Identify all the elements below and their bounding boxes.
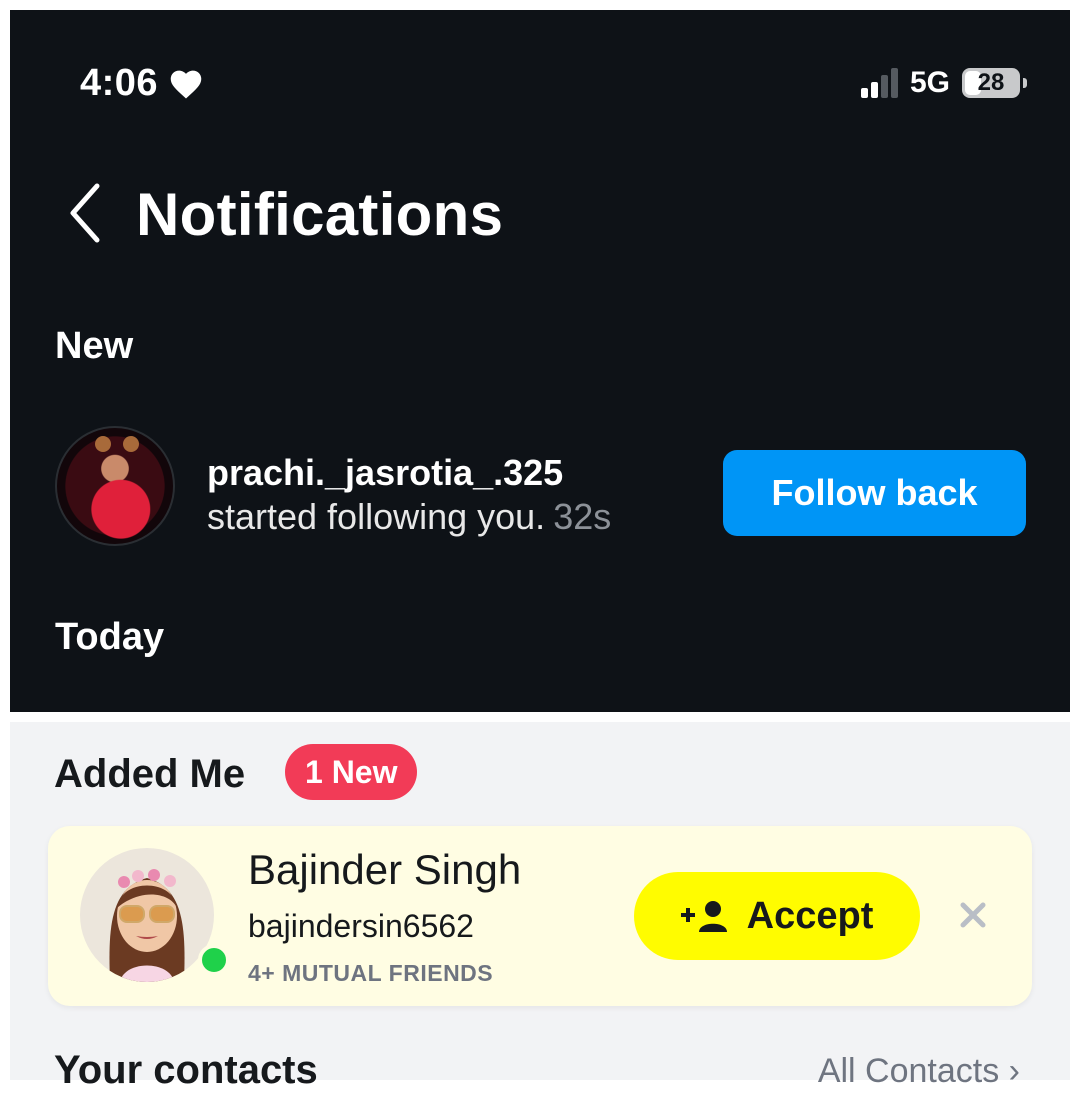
- battery-icon: 28: [962, 68, 1027, 98]
- mutual-friends-count: 4+ MUTUAL FRIENDS: [248, 960, 494, 986]
- status-indicators: 5G 28: [860, 66, 1027, 100]
- follow-notification[interactable]: prachi._jasrotia_.325 started following …: [52, 424, 1032, 554]
- battery-level: 28: [977, 69, 1005, 96]
- add-friend-icon: [680, 901, 727, 932]
- follow-back-button[interactable]: Follow back: [723, 450, 1026, 536]
- signal-icon: [860, 68, 898, 98]
- close-icon[interactable]: [956, 898, 990, 932]
- notification-username[interactable]: prachi._jasrotia_.325: [207, 452, 563, 494]
- page-title: Notifications: [136, 181, 504, 248]
- added-me-screen: Added Me 1 New Bajinder Singh bajindersi…: [10, 722, 1070, 1092]
- friend-request-card[interactable]: Bajinder Singh bajindersin6562 4+ MUTUAL…: [48, 826, 1032, 1006]
- notification-text: started following you.: [207, 496, 546, 537]
- notification-time: 32s: [553, 496, 612, 537]
- added-me-heading: Added Me: [54, 752, 246, 796]
- contacts-heading: Your contacts: [54, 1048, 318, 1092]
- notification-message: started following you. 32s: [207, 496, 611, 538]
- requester-name[interactable]: Bajinder Singh: [248, 846, 521, 894]
- all-contacts-link[interactable]: All Contacts ›: [818, 1052, 1020, 1091]
- status-time-group: 4:06: [80, 62, 204, 105]
- heart-icon: [170, 70, 202, 99]
- new-count-badge: 1 New: [285, 744, 418, 800]
- chevron-left-icon[interactable]: [65, 178, 105, 248]
- avatar[interactable]: [55, 426, 175, 546]
- requester-handle: bajindersin6562: [248, 908, 474, 944]
- network-label: 5G: [909, 66, 950, 99]
- bitmoji-icon: [109, 869, 185, 982]
- accept-button[interactable]: Accept: [634, 872, 920, 960]
- status-time: 4:06: [80, 62, 159, 104]
- notifications-screen: 4:06 5G 28 Notifications New prachi._jas…: [10, 10, 1070, 712]
- accept-label: Accept: [746, 894, 874, 937]
- bitmoji-avatar[interactable]: [80, 848, 214, 982]
- section-today-heading: Today: [55, 616, 165, 658]
- section-new-heading: New: [55, 325, 134, 367]
- online-indicator: [198, 944, 230, 976]
